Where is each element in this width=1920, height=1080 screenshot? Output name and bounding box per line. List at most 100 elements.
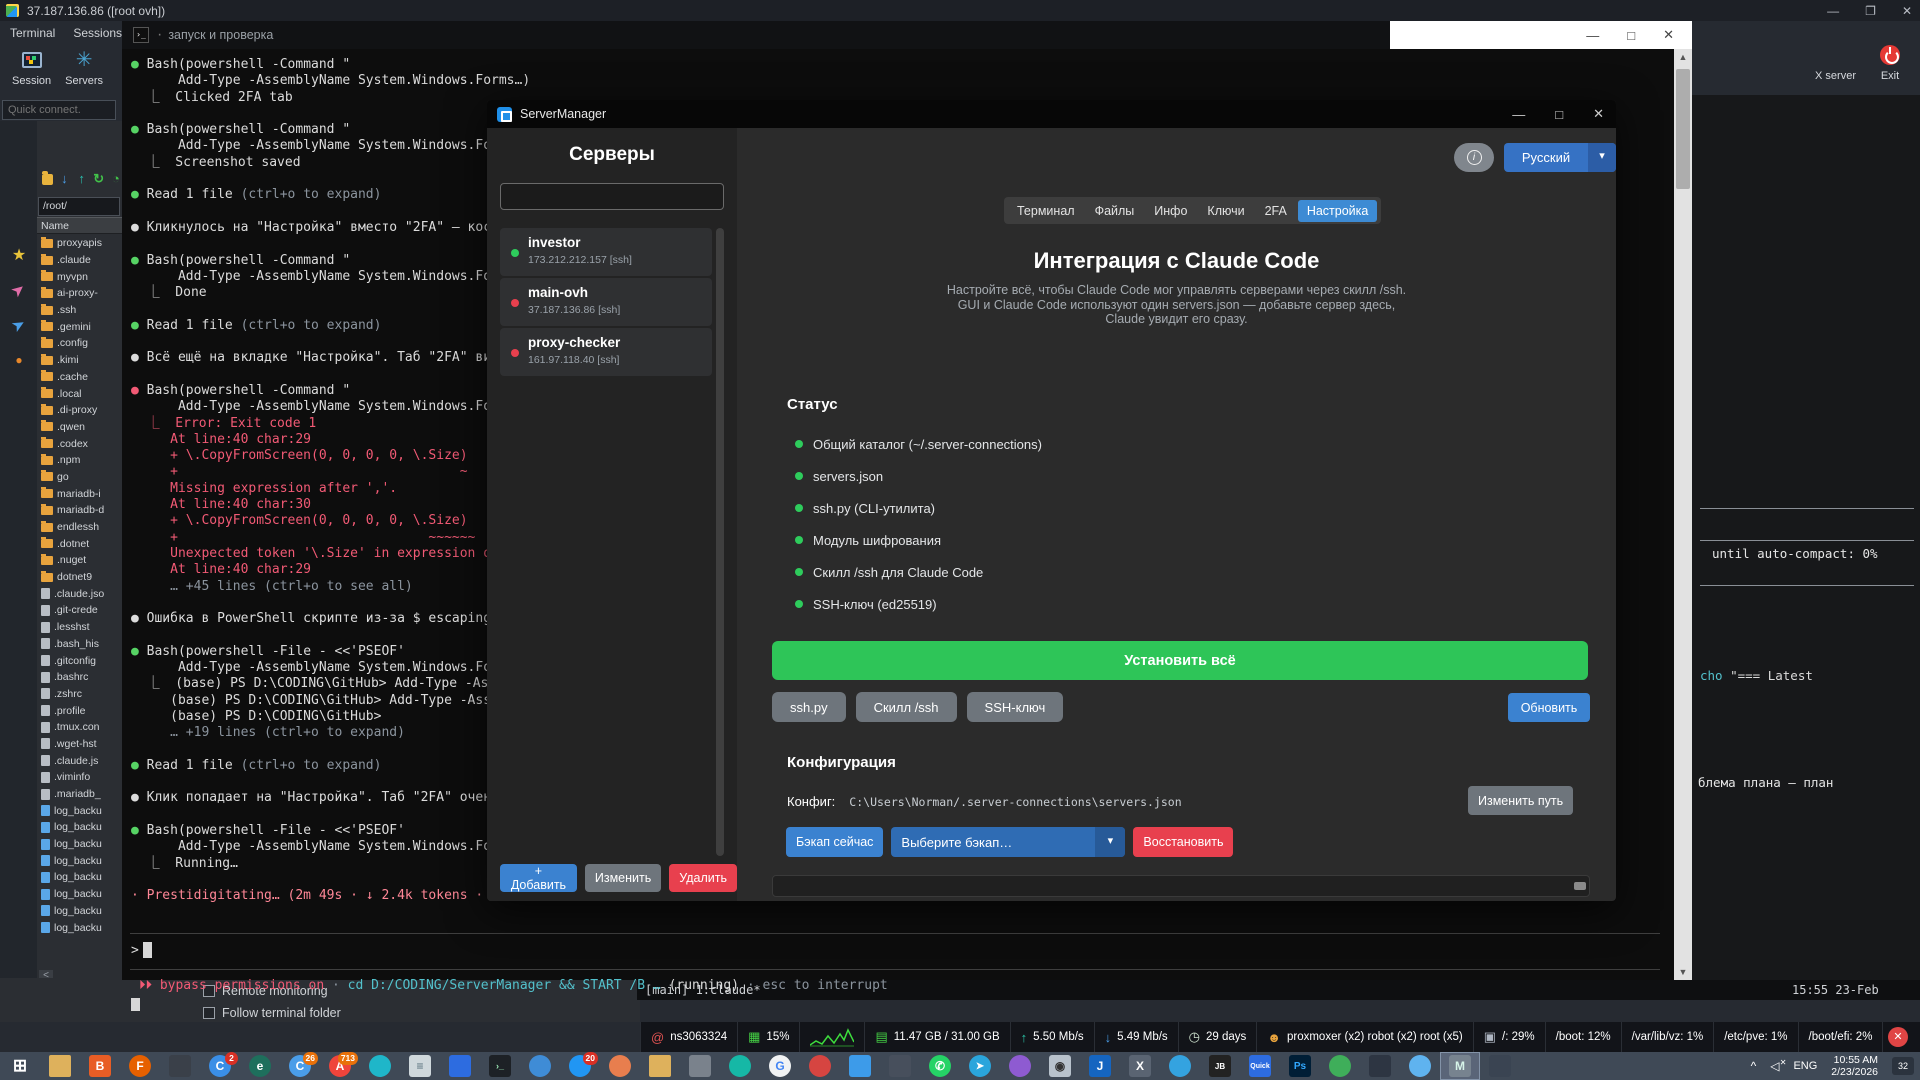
tab-файлы[interactable]: Файлы	[1086, 200, 1144, 222]
file-row[interactable]: log_backu	[37, 836, 122, 853]
refresh-icon[interactable]: ↻	[93, 171, 105, 187]
file-row[interactable]: .claude.jso	[37, 585, 122, 602]
file-row[interactable]: log_backu	[37, 869, 122, 886]
file-row[interactable]: .gemini	[37, 318, 122, 335]
minimize-button[interactable]: —	[1512, 107, 1525, 122]
pink-arrow-icon[interactable]: ➤	[5, 277, 33, 305]
menu-terminal[interactable]: Terminal	[10, 26, 55, 40]
file-row[interactable]: .nuget	[37, 552, 122, 569]
taskbar-icon-app[interactable]	[1400, 1052, 1440, 1080]
change-path-button[interactable]: Изменить путь	[1468, 786, 1573, 815]
taskbar-icon-app[interactable]	[1160, 1052, 1200, 1080]
scrollbar-thumb[interactable]	[1676, 69, 1690, 189]
taskbar-icon-notes[interactable]: ≡	[400, 1052, 440, 1080]
chip-ssh.py[interactable]: ssh.py	[772, 692, 846, 722]
taskbar-icon-whatsapp[interactable]: ✆	[920, 1052, 960, 1080]
file-row[interactable]: .bash_his	[37, 636, 122, 653]
file-row[interactable]: go	[37, 469, 122, 486]
sync-icon[interactable]: ◔	[110, 171, 122, 187]
file-row[interactable]: endlessh	[37, 519, 122, 536]
terminal-tab-label[interactable]: запуск и проверка	[168, 28, 273, 42]
taskbar-icon-app[interactable]	[600, 1052, 640, 1080]
file-row[interactable]: .cache	[37, 369, 122, 386]
download-icon[interactable]: ↓	[58, 171, 70, 187]
file-row[interactable]: log_backu	[37, 886, 122, 903]
taskbar-icon-brave[interactable]: B	[80, 1052, 120, 1080]
file-row[interactable]: .dotnet	[37, 535, 122, 552]
taskbar-icon-app[interactable]	[360, 1052, 400, 1080]
install-all-button[interactable]: Установить всё	[772, 641, 1588, 680]
volume-muted-icon[interactable]: ◁✕	[1770, 1059, 1779, 1073]
upload-icon[interactable]: ↑	[76, 171, 88, 187]
file-row[interactable]: .profile	[37, 702, 122, 719]
taskbar-icon-folder[interactable]	[640, 1052, 680, 1080]
file-row[interactable]: mariadb-i	[37, 485, 122, 502]
close-button[interactable]: ✕	[1593, 106, 1604, 122]
language-dropdown[interactable]: Русский ▾	[1504, 143, 1616, 172]
taskbar-icon-terminal[interactable]: ›_	[480, 1052, 520, 1080]
chip-ssh-ключ[interactable]: SSH-ключ	[967, 692, 1064, 722]
file-row[interactable]: .viminfo	[37, 769, 122, 786]
file-row[interactable]: .local	[37, 385, 122, 402]
taskbar-icon-telegram[interactable]: ➤	[960, 1052, 1000, 1080]
taskbar-icon-google[interactable]: G	[760, 1052, 800, 1080]
scroll-up-arrow[interactable]: ▲	[1674, 49, 1692, 65]
orange-dot-icon[interactable]: ●	[9, 350, 29, 370]
menu-sessions[interactable]: Sessions	[73, 26, 122, 40]
file-row[interactable]: .claude.js	[37, 752, 122, 769]
toolbar-button-servers[interactable]: ✳Servers	[65, 45, 103, 95]
paper-plane-icon[interactable]: ➤	[5, 312, 32, 339]
tab-ключи[interactable]: Ключи	[1198, 200, 1253, 222]
taskbar-icon-firefox[interactable]: F	[120, 1052, 160, 1080]
name-column-header[interactable]: Name	[37, 217, 122, 234]
file-row[interactable]: mariadb-d	[37, 502, 122, 519]
tab-инфо[interactable]: Инфо	[1145, 200, 1196, 222]
file-row[interactable]: proxyapis	[37, 235, 122, 252]
taskbar-icon-browser[interactable]: C2	[200, 1052, 240, 1080]
notification-center-icon[interactable]: 32	[1892, 1057, 1914, 1075]
folder-up-icon[interactable]	[42, 174, 53, 185]
file-row[interactable]: .claude	[37, 252, 122, 269]
language-indicator[interactable]: ENG	[1793, 1060, 1817, 1072]
taskbar-icon-app[interactable]	[1320, 1052, 1360, 1080]
close-button[interactable]: ✕	[1902, 4, 1912, 18]
terminal-scrollbar[interactable]: ▲ ▼	[1674, 49, 1692, 980]
tab-2fa[interactable]: 2FA	[1256, 200, 1296, 222]
backup-select[interactable]: Выберите бэкап… ▾	[891, 827, 1125, 857]
refresh-button[interactable]: Обновить	[1508, 693, 1590, 722]
minimize-button[interactable]: —	[1827, 4, 1839, 18]
restore-button[interactable]: ❐	[1865, 4, 1876, 18]
log-scrollbar-thumb[interactable]	[1574, 882, 1586, 890]
backup-now-button[interactable]: Бэкап сейчас	[786, 827, 883, 857]
file-row[interactable]: log_backu	[37, 919, 122, 936]
taskbar-icon-quick-share[interactable]: Quick	[1240, 1052, 1280, 1080]
file-row[interactable]: .ssh	[37, 302, 122, 319]
toolbar-button-x-server[interactable]: X server	[1815, 40, 1856, 92]
server-item[interactable]: main-ovh37.187.136.86 [ssh]	[500, 278, 712, 326]
taskbar-icon-app[interactable]	[840, 1052, 880, 1080]
tray-chevron-icon[interactable]: ^	[1751, 1059, 1757, 1073]
taskbar-icon-app[interactable]	[520, 1052, 560, 1080]
file-row[interactable]: myvpn	[37, 268, 122, 285]
chip-скилл--ssh[interactable]: Скилл /ssh	[856, 692, 957, 722]
taskbar-icon-anydesk[interactable]: A713	[320, 1052, 360, 1080]
tab-настройка[interactable]: Настройка	[1298, 200, 1378, 222]
file-row[interactable]: .qwen	[37, 419, 122, 436]
taskbar-icon-mobaxterm[interactable]: M	[1440, 1052, 1480, 1080]
taskbar-icon-camera[interactable]: ◉	[1040, 1052, 1080, 1080]
taskbar-icon-photoshop[interactable]: Ps	[1280, 1052, 1320, 1080]
tab-терминал[interactable]: Терминал	[1008, 200, 1084, 222]
file-row[interactable]: .mariadb_	[37, 786, 122, 803]
taskbar-icon-app[interactable]: e	[240, 1052, 280, 1080]
file-row[interactable]: .kimi	[37, 352, 122, 369]
taskbar-icon-app[interactable]	[440, 1052, 480, 1080]
file-row[interactable]: log_backu	[37, 802, 122, 819]
file-row[interactable]: log_backu	[37, 819, 122, 836]
file-row[interactable]: .lesshst	[37, 619, 122, 636]
taskbar-icon-browser[interactable]: C26	[280, 1052, 320, 1080]
server-item[interactable]: investor173.212.212.157 [ssh]	[500, 228, 712, 276]
taskbar-icon-app[interactable]: J	[1080, 1052, 1120, 1080]
taskbar-icon-app[interactable]	[1480, 1052, 1520, 1080]
file-row[interactable]: .config	[37, 335, 122, 352]
file-row[interactable]: log_backu	[37, 903, 122, 920]
